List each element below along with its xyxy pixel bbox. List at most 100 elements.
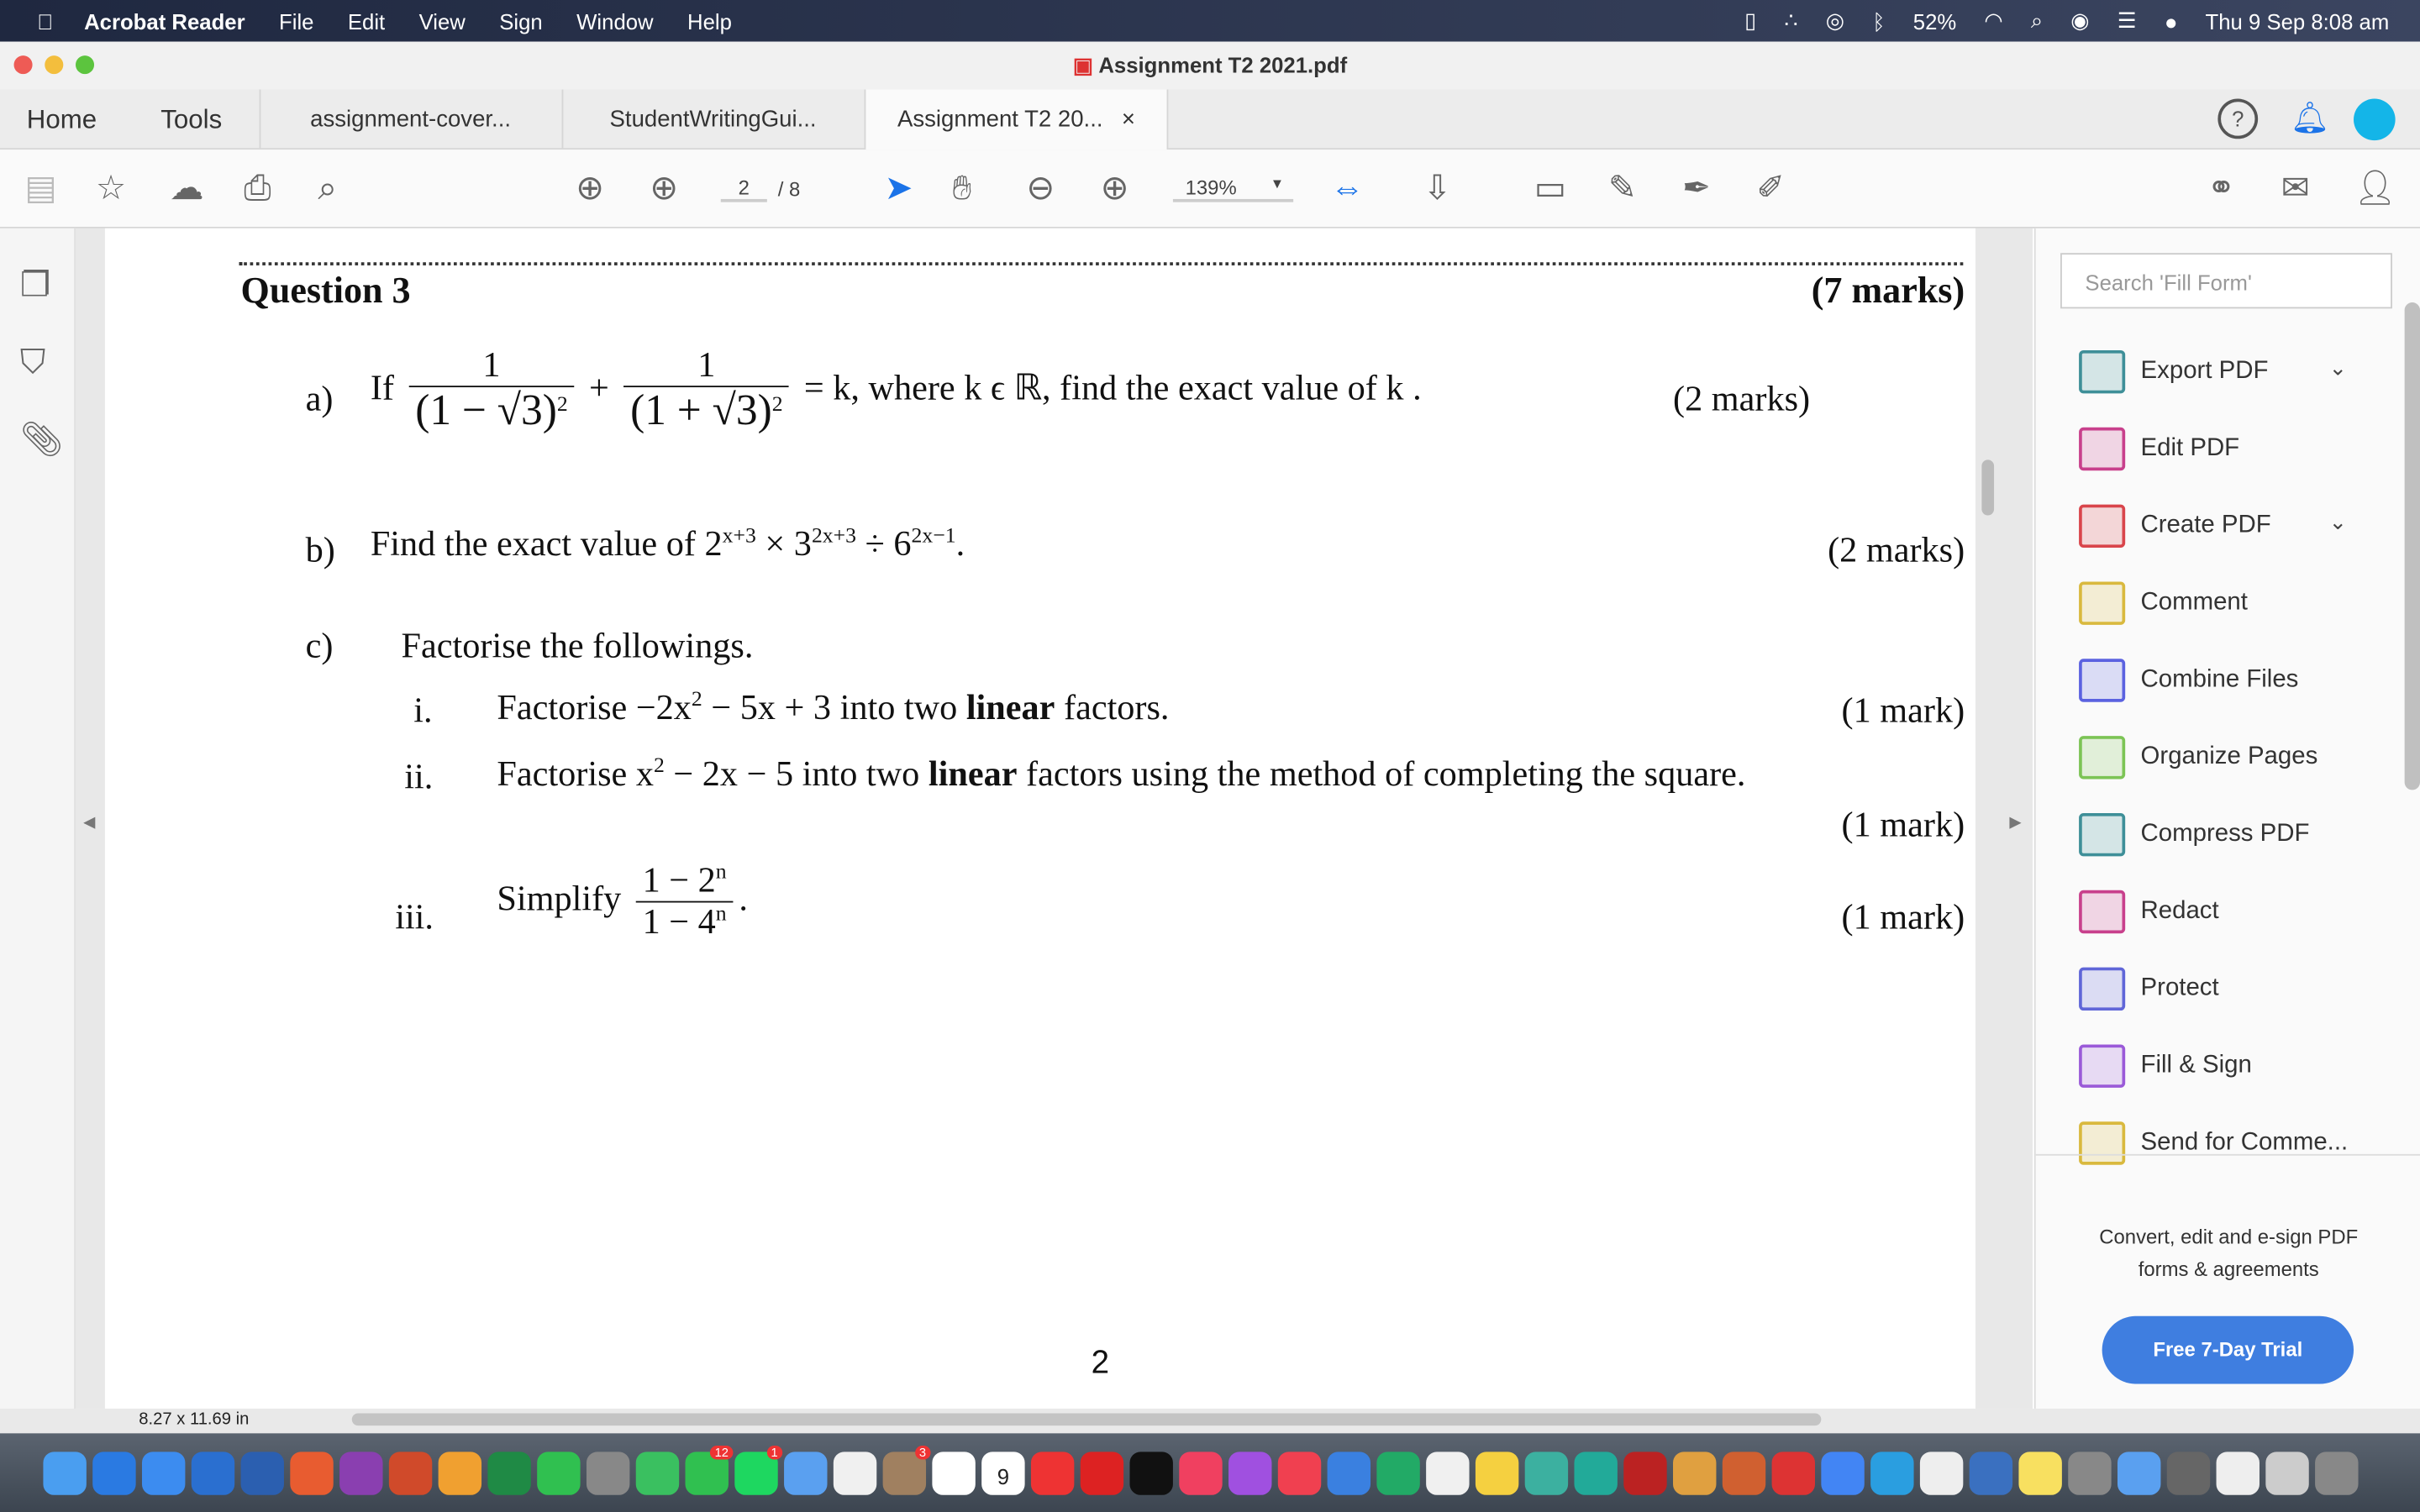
dock-app-icon[interactable]	[388, 1451, 433, 1494]
dock-app-icon[interactable]	[784, 1451, 828, 1494]
wifi-icon[interactable]: ◠	[1984, 8, 2002, 34]
zoom-in-icon[interactable]: ⊕	[1101, 168, 1129, 208]
zoom-level-dropdown[interactable]: 139% ▼	[1172, 176, 1294, 202]
dock-app-icon[interactable]	[1475, 1451, 1519, 1494]
dock-app-icon[interactable]	[1277, 1451, 1322, 1494]
bookmark-star-icon[interactable]: ☆	[96, 168, 126, 208]
menu-file[interactable]: File	[279, 8, 313, 33]
close-window-button[interactable]	[13, 55, 33, 75]
dock-app-icon[interactable]	[1771, 1451, 1816, 1494]
edit-form-icon[interactable]: ✐	[1756, 168, 1785, 208]
dock-app-icon[interactable]	[1129, 1451, 1173, 1494]
email-icon[interactable]: ✉	[2281, 168, 2310, 208]
hand-tool-icon[interactable]: ✋︎	[952, 168, 971, 208]
dock-app-icon[interactable]	[1722, 1451, 1766, 1494]
bookmarks-icon[interactable]: ⛉	[20, 343, 45, 383]
collapse-left-icon[interactable]: ◀	[83, 815, 95, 832]
free-trial-button[interactable]: Free 7-Day Trial	[2102, 1315, 2354, 1384]
maximize-window-button[interactable]	[76, 55, 95, 75]
attachments-icon[interactable]: 📎︎	[20, 420, 63, 460]
dock-app-icon[interactable]	[92, 1451, 136, 1494]
highlight-icon[interactable]: ✎	[1608, 168, 1637, 208]
dock-app-icon[interactable]	[1870, 1451, 1914, 1494]
dock-app-icon[interactable]	[438, 1451, 482, 1494]
dock-app-icon[interactable]	[2068, 1451, 2112, 1494]
control-center-icon[interactable]: ☰	[2118, 8, 2137, 34]
menu-help[interactable]: Help	[687, 8, 732, 33]
dock-app-icon[interactable]	[1574, 1451, 1618, 1494]
next-page-icon[interactable]: ⊕	[650, 168, 678, 208]
siri-icon[interactable]: ●	[2165, 8, 2178, 33]
dock-app-icon[interactable]: 9	[981, 1451, 1025, 1494]
tab-tools[interactable]: Tools	[124, 89, 261, 149]
dock-app-icon[interactable]	[2118, 1451, 2161, 1494]
dock-app-icon[interactable]: 3	[882, 1445, 931, 1494]
tab-student-writing-guide[interactable]: StudentWritingGui...	[562, 89, 866, 149]
menu-window[interactable]: Window	[576, 8, 653, 33]
dock-app-icon[interactable]	[339, 1451, 383, 1494]
menu-edit[interactable]: Edit	[348, 8, 385, 33]
dock-app-icon[interactable]	[1228, 1451, 1272, 1494]
dots-icon[interactable]: ∴	[1784, 8, 1797, 34]
search-tools-input[interactable]: Search 'Fill Form'	[2060, 253, 2392, 309]
dock-app-icon[interactable]	[43, 1451, 87, 1494]
apple-icon[interactable]: 	[37, 8, 53, 33]
select-tool-icon[interactable]: ➤	[884, 168, 913, 208]
tool-compress-pdf[interactable]: Compress PDF	[2079, 811, 2309, 858]
dock-app-icon[interactable]	[537, 1451, 581, 1494]
comment-icon[interactable]: ▭	[1534, 168, 1566, 208]
dock-app-icon[interactable]	[1524, 1451, 1569, 1494]
scroll-mode-icon[interactable]: ⇩	[1423, 168, 1451, 208]
tools-pane-scrollbar[interactable]	[2404, 302, 2420, 790]
dock-app-icon[interactable]	[1919, 1451, 1964, 1494]
dock-app-icon[interactable]	[932, 1451, 976, 1494]
tool-comment[interactable]: Comment	[2079, 580, 2248, 627]
menu-app-name[interactable]: Acrobat Reader	[84, 8, 245, 33]
dock-app-icon[interactable]	[1376, 1451, 1420, 1494]
chevron-down-icon[interactable]: ⌄	[2329, 354, 2348, 381]
dock-app-icon[interactable]	[1030, 1451, 1075, 1494]
bluetooth-icon[interactable]: ᛒ	[1872, 8, 1885, 33]
dock-app-icon[interactable]	[2018, 1451, 2062, 1494]
dock-app-icon[interactable]	[586, 1451, 630, 1494]
upload-cloud-icon[interactable]: ☁	[170, 168, 203, 208]
dock-app-icon[interactable]	[2216, 1451, 2260, 1494]
dock-app-icon[interactable]	[1327, 1451, 1371, 1494]
share-link-icon[interactable]: ⚭	[2207, 168, 2236, 208]
add-user-icon[interactable]: 👤︎	[2354, 168, 2396, 208]
save-icon[interactable]: ▤	[24, 168, 56, 208]
dock-app-icon[interactable]	[1821, 1451, 1865, 1494]
airdrop-icon[interactable]: ◎	[1826, 8, 1844, 34]
expand-right-icon[interactable]: ▶	[2009, 815, 2021, 832]
menu-sign[interactable]: Sign	[499, 8, 542, 33]
dock-app-icon[interactable]	[191, 1451, 235, 1494]
tool-protect[interactable]: Protect	[2079, 966, 2219, 1012]
chevron-down-icon[interactable]: ⌄	[2329, 509, 2348, 535]
dock-app-icon[interactable]	[290, 1451, 334, 1494]
dock-app-icon[interactable]	[487, 1451, 531, 1494]
dock-app-icon[interactable]	[1623, 1451, 1667, 1494]
dock-app-icon[interactable]	[2166, 1451, 2211, 1494]
menu-view[interactable]: View	[419, 8, 466, 33]
dock-app-icon[interactable]	[1673, 1451, 1717, 1494]
dock-app-icon[interactable]	[1179, 1451, 1223, 1494]
dock-app-icon[interactable]	[2315, 1451, 2359, 1494]
dock-app-icon[interactable]	[1426, 1451, 1470, 1494]
tool-create-pdf[interactable]: Create PDF	[2079, 503, 2271, 549]
minimize-window-button[interactable]	[45, 55, 64, 75]
dock-app-icon[interactable]	[240, 1451, 284, 1494]
dock-app-icon[interactable]	[1969, 1451, 2013, 1494]
avatar[interactable]	[2354, 98, 2396, 141]
find-text-icon[interactable]: ⌕	[318, 168, 337, 208]
tool-edit-pdf[interactable]: Edit PDF	[2079, 426, 2239, 472]
page-thumbnails-icon[interactable]: ❐	[20, 265, 50, 306]
tab-assignment-t2[interactable]: Assignment T2 20... ×	[865, 89, 1169, 150]
tab-close-icon[interactable]: ×	[1122, 107, 1135, 133]
page-number-input[interactable]: 2	[720, 176, 767, 202]
dock-app-icon[interactable]	[635, 1451, 680, 1494]
fit-page-icon[interactable]: ⇔	[1330, 168, 1364, 208]
tool-export-pdf[interactable]: Export PDF	[2079, 349, 2268, 395]
tool-organize-pages[interactable]: Organize Pages	[2079, 734, 2317, 780]
dock-app-icon[interactable]: 1	[734, 1445, 783, 1494]
dock-app-icon[interactable]: 12	[685, 1445, 734, 1494]
